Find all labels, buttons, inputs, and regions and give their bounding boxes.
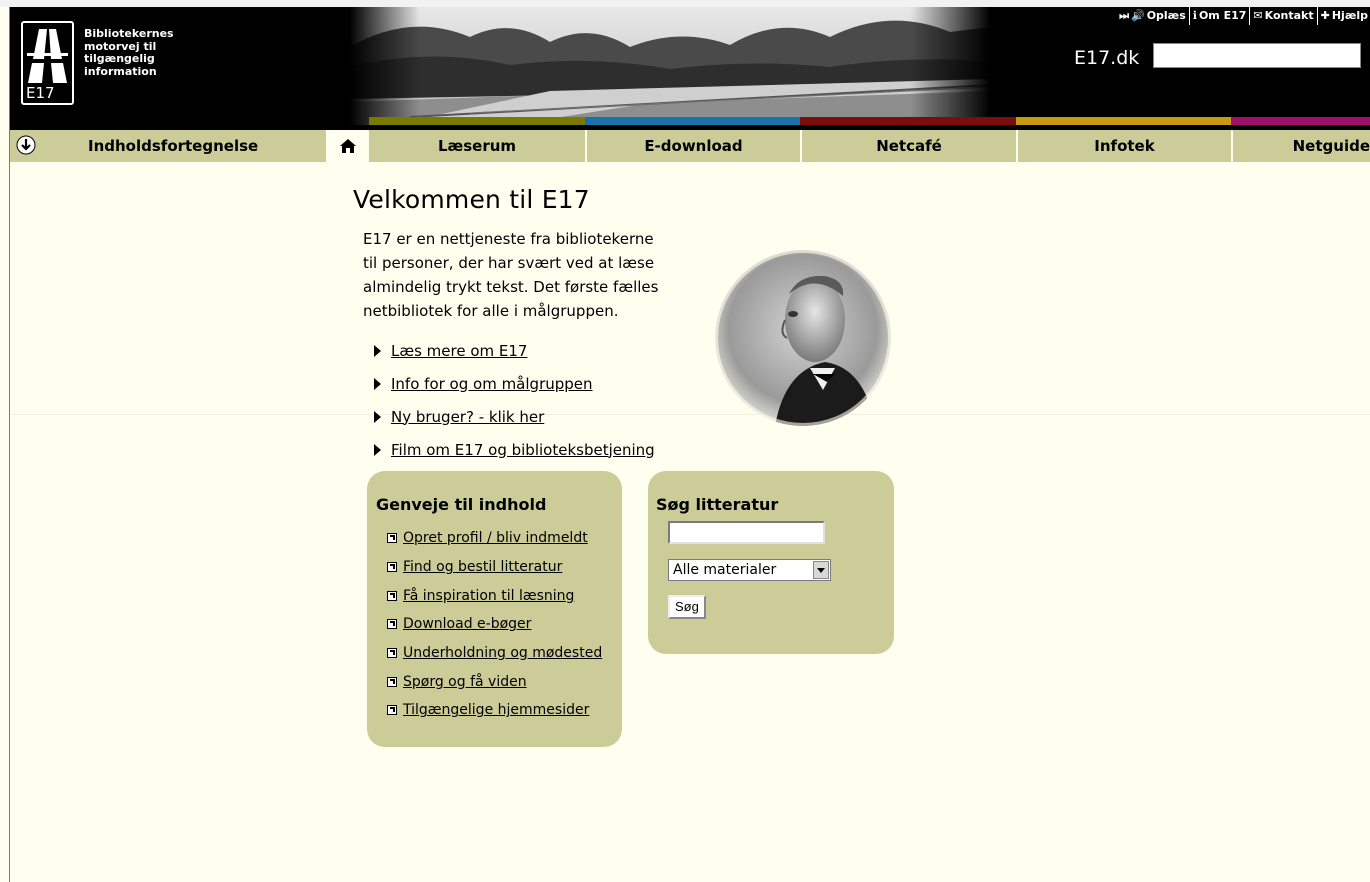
- external-link-icon: [387, 619, 397, 630]
- about-link[interactable]: ℹ Om E17: [1190, 7, 1251, 25]
- list-item: Info for og om målgruppen: [372, 367, 655, 400]
- tagline-line: Bibliotekernes: [84, 27, 174, 40]
- top-link-label: Kontakt: [1264, 9, 1314, 22]
- external-link-icon: [387, 676, 397, 687]
- shortcut-link[interactable]: Spørg og få viden: [403, 674, 527, 690]
- top-link-label: Om E17: [1198, 9, 1247, 22]
- top-link-label: Hjælp: [1331, 9, 1368, 22]
- tab-netcafe[interactable]: Netcafé: [800, 130, 1016, 162]
- external-link-icon: [387, 648, 397, 659]
- tab-netguide[interactable]: Netguide: [1231, 130, 1370, 162]
- portrait-image: [715, 250, 891, 426]
- list-item: Spørg og få viden: [387, 667, 602, 696]
- page-title: Velkommen til E17: [353, 185, 590, 214]
- table-of-contents-tab[interactable]: Indholdsfortegnelse: [10, 130, 326, 162]
- color-bar: [369, 117, 585, 125]
- triangle-right-icon: [374, 443, 381, 456]
- divider: [10, 414, 1370, 415]
- help-link[interactable]: ✚ Hjælp: [1318, 7, 1370, 25]
- shortcut-link[interactable]: Få inspiration til læsning: [403, 588, 574, 604]
- search-title: Søg litteratur: [656, 495, 779, 514]
- list-item: Tilgængelige hjemmesider: [387, 696, 602, 725]
- film-link[interactable]: Film om E17 og biblioteksbetjening: [391, 441, 655, 459]
- search-button[interactable]: Søg: [668, 595, 706, 619]
- intro-line: netbibliotek for alle i målgruppen.: [363, 302, 619, 320]
- info-icon: ℹ: [1192, 9, 1197, 22]
- main-navigation: Indholdsfortegnelse Læserum E-download N…: [10, 130, 1370, 162]
- list-item: Ny bruger? - klik her: [372, 400, 655, 433]
- color-bar: [1016, 117, 1231, 125]
- site-tagline: Bibliotekernes motorvej til tilgængelig …: [84, 27, 174, 78]
- home-tab[interactable]: [326, 130, 369, 162]
- color-bar: [800, 117, 1016, 125]
- plus-icon: ✚: [1320, 9, 1330, 22]
- section-color-strip: [369, 117, 1370, 125]
- literature-search-box: Søg litteratur Alle materialer Søg: [648, 471, 894, 654]
- home-icon: [339, 139, 356, 153]
- site-header: E17 Bibliotekernes motorvej til tilgænge…: [10, 7, 1370, 130]
- list-item: Find og bestil litteratur: [387, 553, 602, 582]
- external-link-icon: [387, 705, 397, 716]
- top-links: ⏭ 🔊 Oplæs ℹ Om E17 ✉ Kontakt ✚ Hjælp: [1116, 7, 1370, 25]
- top-strip: [0, 0, 1370, 7]
- read-aloud-link[interactable]: ⏭ 🔊 Oplæs: [1116, 7, 1190, 25]
- chevron-down-icon: [813, 561, 829, 579]
- color-bar: [585, 117, 800, 125]
- select-value: Alle materialer: [673, 562, 777, 578]
- speaker-icon: 🔊: [1130, 9, 1145, 22]
- triangle-right-icon: [374, 410, 381, 423]
- intro-line: til personer, der har svært ved at læse: [363, 254, 655, 272]
- e17-logo[interactable]: E17: [21, 21, 74, 105]
- shortcut-link[interactable]: Find og bestil litteratur: [403, 559, 562, 575]
- logo-text: E17: [26, 84, 55, 102]
- shortcut-link[interactable]: Download e-bøger: [403, 616, 531, 632]
- intro-line: E17 er en nettjeneste fra bibliotekerne: [363, 230, 654, 248]
- shortcuts-box: Genveje til indhold Opret profil / bliv …: [367, 471, 622, 747]
- shortcuts-list: Opret profil / bliv indmeldt Find og bes…: [387, 524, 602, 725]
- external-link-icon: [387, 533, 397, 544]
- info-links: Læs mere om E17 Info for og om målgruppe…: [372, 334, 655, 466]
- list-item: Film om E17 og biblioteksbetjening: [372, 433, 655, 466]
- toc-label: Indholdsfortegnelse: [88, 137, 259, 155]
- envelope-icon: ✉: [1253, 9, 1263, 22]
- shortcut-link[interactable]: Underholdning og mødested: [403, 645, 602, 661]
- list-item: Underholdning og mødested: [387, 639, 602, 668]
- color-bar: [1231, 117, 1370, 125]
- main-content: Velkommen til E17: [353, 185, 913, 214]
- external-link-icon: [387, 590, 397, 601]
- material-type-select[interactable]: Alle materialer: [668, 559, 831, 581]
- list-item: Opret profil / bliv indmeldt: [387, 524, 602, 553]
- tab-laeserum[interactable]: Læserum: [369, 130, 585, 162]
- list-item: Få inspiration til læsning: [387, 581, 602, 610]
- tab-infotek[interactable]: Infotek: [1016, 130, 1231, 162]
- intro-text: E17 er en nettjeneste fra bibliotekerne …: [363, 227, 683, 323]
- new-user-link[interactable]: Ny bruger? - klik her: [391, 408, 544, 426]
- external-link-icon: [387, 562, 397, 573]
- site-search-input[interactable]: [1153, 43, 1361, 68]
- list-item: Download e-bøger: [387, 610, 602, 639]
- intro-line: almindelig trykt tekst. Det første fælle…: [363, 278, 659, 296]
- motorway-hero-image: [350, 7, 990, 125]
- skip-icon: ⏭: [1119, 9, 1129, 22]
- target-group-link[interactable]: Info for og om målgruppen: [391, 375, 593, 393]
- shortcuts-title: Genveje til indhold: [376, 495, 547, 514]
- tab-e-download[interactable]: E-download: [585, 130, 800, 162]
- triangle-right-icon: [374, 377, 381, 390]
- read-more-link[interactable]: Læs mere om E17: [391, 342, 527, 360]
- shortcut-link[interactable]: Opret profil / bliv indmeldt: [403, 530, 588, 546]
- top-link-label: Oplæs: [1146, 9, 1186, 22]
- shortcut-link[interactable]: Tilgængelige hjemmesider: [403, 702, 589, 718]
- triangle-right-icon: [374, 344, 381, 357]
- site-search-label: E17.dk: [1074, 47, 1140, 69]
- tagline-line: information: [84, 64, 157, 78]
- arrow-down-circle-icon: [16, 135, 36, 155]
- tagline-line: tilgængelig: [84, 52, 155, 65]
- list-item: Læs mere om E17: [372, 334, 655, 367]
- literature-search-input[interactable]: [668, 521, 825, 544]
- contact-link[interactable]: ✉ Kontakt: [1250, 7, 1318, 25]
